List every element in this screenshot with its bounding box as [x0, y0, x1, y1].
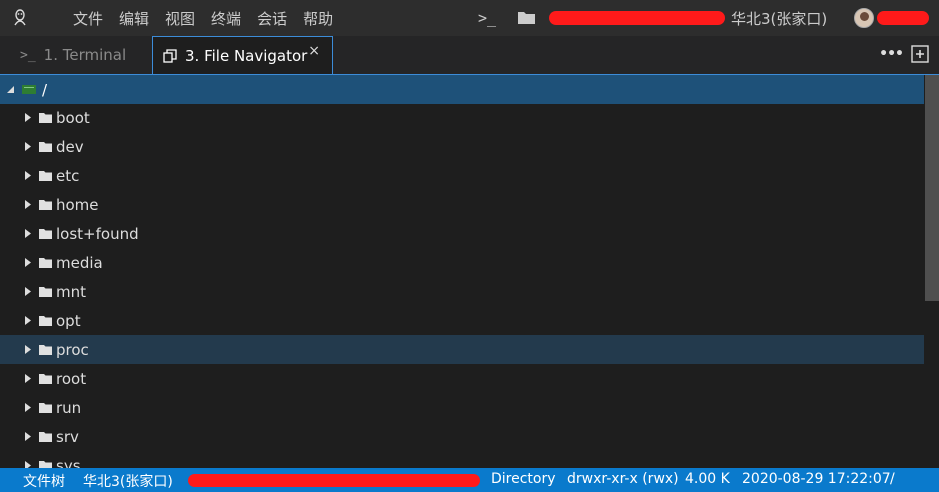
- folder-icon: [39, 112, 52, 123]
- folder-icon: [39, 315, 52, 326]
- tab-label: 1. Terminal: [43, 46, 127, 64]
- folder-icon: [39, 431, 52, 442]
- tree-item[interactable]: run: [0, 393, 924, 422]
- tree-item-label: sys: [56, 456, 81, 469]
- tree-root-row[interactable]: /: [0, 75, 924, 104]
- menu-bar: 文件 编辑 视图 终端 会话 帮助 >_ 华北3(张家口): [0, 0, 939, 36]
- tree-item-label: etc: [56, 166, 80, 185]
- menu-terminal[interactable]: 终端: [211, 8, 241, 29]
- folder-icon: [39, 402, 52, 413]
- terminal-prompt-icon[interactable]: >_: [478, 9, 504, 27]
- expand-caret-icon[interactable]: [23, 171, 33, 181]
- tree-item-label: lost+found: [56, 224, 139, 243]
- redacted-username: [877, 11, 929, 25]
- folder-icon: [39, 286, 52, 297]
- scrollbar-thumb[interactable]: [925, 75, 939, 301]
- folder-icon: [39, 257, 52, 268]
- tree-item[interactable]: etc: [0, 161, 924, 190]
- expand-caret-icon[interactable]: [23, 287, 33, 297]
- redacted-info: [188, 474, 480, 487]
- expand-caret-icon[interactable]: [23, 461, 33, 468]
- tree-item[interactable]: lost+found: [0, 219, 924, 248]
- folder-icon: [39, 373, 52, 384]
- tree-item-label: srv: [56, 427, 79, 446]
- tree-root-label: /: [42, 80, 48, 99]
- tree-item-label: mnt: [56, 282, 86, 301]
- tree-item[interactable]: proc: [0, 335, 924, 364]
- expand-caret-icon[interactable]: [23, 316, 33, 326]
- expand-caret-icon[interactable]: [23, 403, 33, 413]
- status-permissions: drwxr-xr-x (rwx): [567, 471, 679, 487]
- status-path: /: [890, 471, 895, 487]
- folder-icon: [39, 460, 52, 468]
- redacted-server-id: [549, 11, 725, 25]
- status-file-tree[interactable]: 文件树: [23, 471, 65, 491]
- menu-edit[interactable]: 编辑: [119, 8, 149, 29]
- linux-penguin-icon[interactable]: [0, 0, 40, 36]
- tree-item-label: proc: [56, 340, 89, 359]
- plus-square-icon[interactable]: [911, 45, 929, 63]
- server-region-label: 华北3(张家口): [731, 9, 828, 28]
- folder-icon: [39, 228, 52, 239]
- expand-caret-icon[interactable]: [23, 142, 33, 152]
- tab-actions: •••: [879, 45, 929, 63]
- tab-terminal[interactable]: >_ 1. Terminal: [0, 36, 152, 74]
- expand-caret-icon[interactable]: [23, 258, 33, 268]
- menu-session[interactable]: 会话: [257, 8, 287, 29]
- tree-item[interactable]: dev: [0, 132, 924, 161]
- status-size: 4.00 K: [685, 471, 730, 487]
- folder-icon[interactable]: [518, 9, 535, 28]
- expand-caret-icon[interactable]: [23, 113, 33, 123]
- copy-icon: [163, 48, 177, 63]
- tree-item-label: dev: [56, 137, 84, 156]
- folder-icon: [39, 141, 52, 152]
- avatar[interactable]: [854, 8, 874, 28]
- tree-item[interactable]: mnt: [0, 277, 924, 306]
- folder-icon: [39, 344, 52, 355]
- expand-caret-icon[interactable]: [23, 345, 33, 355]
- terminal-prompt-icon: >_: [20, 47, 36, 63]
- tab-file-navigator[interactable]: 3. File Navigator ×: [152, 36, 333, 74]
- tab-label: 3. File Navigator: [185, 46, 308, 65]
- expand-caret-icon[interactable]: [23, 374, 33, 384]
- folder-icon: [39, 199, 52, 210]
- menu-help[interactable]: 帮助: [303, 8, 333, 29]
- drive-icon: [22, 84, 36, 95]
- menu-view[interactable]: 视图: [165, 8, 195, 29]
- status-bar: 文件树 华北3(张家口) Directory drwxr-xr-x (rwx) …: [0, 468, 939, 492]
- tree-item-label: run: [56, 398, 82, 417]
- expand-caret-icon[interactable]: [23, 432, 33, 442]
- tab-bar: >_ 1. Terminal 3. File Navigator × •••: [0, 36, 939, 74]
- close-icon[interactable]: ×: [308, 43, 320, 59]
- tree-item-label: media: [56, 253, 103, 272]
- tree-item[interactable]: opt: [0, 306, 924, 335]
- status-region: 华北3(张家口): [83, 474, 173, 490]
- tree-item[interactable]: boot: [0, 103, 924, 132]
- tree-item[interactable]: sys: [0, 451, 924, 468]
- menu-file[interactable]: 文件: [73, 8, 103, 29]
- tree-item[interactable]: root: [0, 364, 924, 393]
- status-modified: 2020-08-29 17:22:07: [742, 471, 891, 487]
- tree-item[interactable]: media: [0, 248, 924, 277]
- expand-caret-icon[interactable]: [23, 229, 33, 239]
- expand-caret-icon[interactable]: [23, 200, 33, 210]
- server-info: >_ 华北3(张家口): [478, 0, 827, 36]
- tree-item-label: root: [56, 369, 87, 388]
- folder-icon: [39, 170, 52, 181]
- tree-item-label: opt: [56, 311, 81, 330]
- tree-item-label: home: [56, 195, 99, 214]
- tree-item[interactable]: srv: [0, 422, 924, 451]
- tree-item[interactable]: home: [0, 190, 924, 219]
- ellipsis-icon[interactable]: •••: [879, 46, 904, 62]
- file-tree: / boot dev etc home lost+found media mnt opt pro…: [0, 74, 939, 468]
- status-type: Directory: [491, 471, 556, 487]
- collapse-caret-icon[interactable]: [6, 85, 16, 95]
- tree-item-label: boot: [56, 108, 90, 127]
